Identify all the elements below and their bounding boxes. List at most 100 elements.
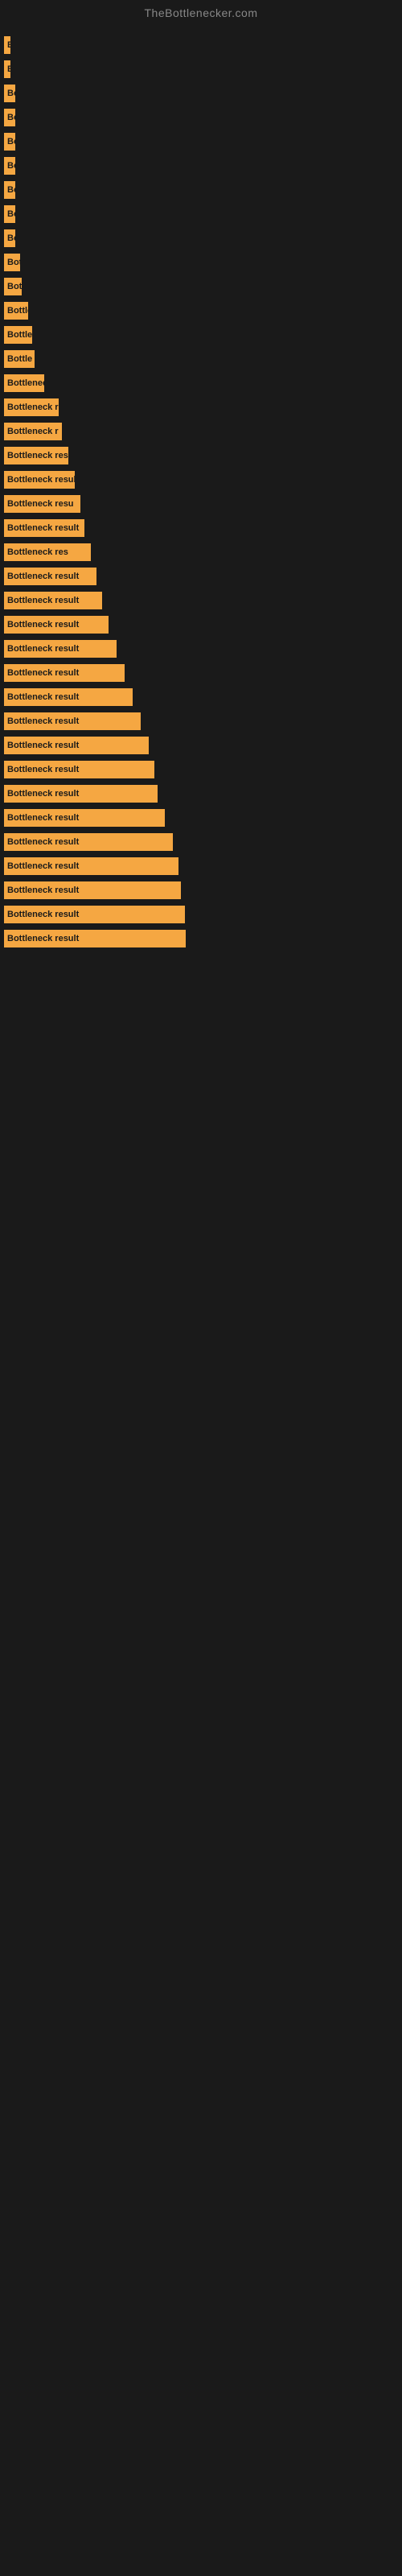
bar: Bottleneck result xyxy=(4,592,102,609)
bar: Bottleneck result xyxy=(4,616,109,634)
bar-label: Bottleneck resu xyxy=(7,451,68,460)
bar: Bottleneck result xyxy=(4,519,84,537)
bar-label: Bottle xyxy=(7,306,28,316)
bar-row: Bottleneck result xyxy=(4,855,402,877)
bar: Bo xyxy=(4,133,15,151)
bar: Bottleneck result xyxy=(4,833,173,851)
bar-row: Bottleneck resu xyxy=(4,444,402,467)
bar: Bottle xyxy=(4,326,32,344)
bar-row: Bo xyxy=(4,130,402,153)
bar-row: Bot xyxy=(4,251,402,274)
bar-label: Bo xyxy=(7,233,15,243)
bar-label: Bo xyxy=(7,137,15,147)
bar-row: Bottleneck result xyxy=(4,710,402,733)
bar: Bottleneck r xyxy=(4,423,62,440)
bar-label: Bottleneck result xyxy=(7,741,79,750)
bar-row: Bottleneck result xyxy=(4,782,402,805)
bar-label: Bottleneck result xyxy=(7,886,79,895)
bar-row: Bo xyxy=(4,155,402,177)
bar: Bottleneck result xyxy=(4,761,154,778)
bar-label: Bottleneck result xyxy=(7,572,79,581)
bar: Bo xyxy=(4,181,15,199)
bar: Bottleneck result xyxy=(4,809,165,827)
bar-row: Bottleneck result xyxy=(4,517,402,539)
bar-label: Bo xyxy=(7,185,15,195)
bar-label: Bottleneck res xyxy=(7,402,59,412)
bar-label: Bottleneck result xyxy=(7,861,79,871)
bar: Bottleneck result xyxy=(4,471,75,489)
bar-label: B xyxy=(7,64,10,74)
bar: Bo xyxy=(4,85,15,102)
bar: Bottleneck result xyxy=(4,640,117,658)
bar-row: Bottle xyxy=(4,348,402,370)
bar-label: Bott xyxy=(7,282,22,291)
bar-label: Bottle xyxy=(7,330,32,340)
bar: Bottleneck result xyxy=(4,568,96,585)
bar: Bo xyxy=(4,205,15,223)
site-title: TheBottlenecker.com xyxy=(0,0,402,26)
bar-label: Bottleneck result xyxy=(7,716,79,726)
bar-row: Bottle xyxy=(4,324,402,346)
bar: Bott xyxy=(4,278,22,295)
bar-label: Bottleneck result xyxy=(7,475,75,485)
bar-row: Bottleneck result xyxy=(4,879,402,902)
bar-row: Bottleneck result xyxy=(4,589,402,612)
bar: Bo xyxy=(4,109,15,126)
bar-label: Bottleneck r xyxy=(7,427,59,436)
bar-row: Bottle xyxy=(4,299,402,322)
bars-container: B B Bo Bo Bo Bo Bo Bo Bo Bot Bott Bottle Bottle Bottl… xyxy=(0,26,402,960)
bar-row: Bo xyxy=(4,106,402,129)
bar: Bottleneck result xyxy=(4,712,141,730)
bar-label: Bo xyxy=(7,161,15,171)
bar-label: Bottleneck result xyxy=(7,837,79,847)
bar-row: Bo xyxy=(4,227,402,250)
bar-row: Bottleneck result xyxy=(4,686,402,708)
bar-row: B xyxy=(4,58,402,80)
bar-row: Bottleneck r xyxy=(4,420,402,443)
bar-label: Bottleneck result xyxy=(7,934,79,943)
bar: Bottleneck result xyxy=(4,785,158,803)
bar-row: Bott xyxy=(4,275,402,298)
bar-row: Bottleneck res xyxy=(4,396,402,419)
bar: Bo xyxy=(4,157,15,175)
bar-row: Bottleneck result xyxy=(4,565,402,588)
bar: Bottleneck result xyxy=(4,881,181,899)
bar-row: Bottleneck result xyxy=(4,638,402,660)
bar-label: Bottleneck result xyxy=(7,813,79,823)
bar-row: Bottleneck result xyxy=(4,927,402,950)
bar-label: Bottleneck result xyxy=(7,523,79,533)
bar-label: Bo xyxy=(7,209,15,219)
bar-row: Bottleneck result xyxy=(4,613,402,636)
bar-row: Bottleneck result xyxy=(4,734,402,757)
bar-row: Bottleneck result xyxy=(4,758,402,781)
bar-row: Bo xyxy=(4,203,402,225)
bar: Bottle xyxy=(4,350,35,368)
bar-label: Bottleneck xyxy=(7,378,44,388)
bar-label: Bottleneck result xyxy=(7,596,79,605)
bar: Bottleneck res xyxy=(4,543,91,561)
bar-row: Bottleneck xyxy=(4,372,402,394)
bar: Bottleneck result xyxy=(4,857,178,875)
bar: Bottleneck result xyxy=(4,930,186,947)
bar-label: B xyxy=(7,40,10,50)
bar: B xyxy=(4,60,10,78)
bar: Bottle xyxy=(4,302,28,320)
bar-row: Bottleneck result xyxy=(4,831,402,853)
bar-row: Bottleneck res xyxy=(4,541,402,564)
bar: Bottleneck resu xyxy=(4,495,80,513)
bar-row: Bottleneck result xyxy=(4,903,402,926)
bar-label: Bottle xyxy=(7,354,32,364)
bar: Bottleneck res xyxy=(4,398,59,416)
bar-label: Bottleneck result xyxy=(7,644,79,654)
bar: Bottleneck result xyxy=(4,737,149,754)
bar-row: Bo xyxy=(4,179,402,201)
bar-label: Bottleneck result xyxy=(7,692,79,702)
bar-row: Bo xyxy=(4,82,402,105)
bar-row: Bottleneck result xyxy=(4,662,402,684)
bar-row: Bottleneck result xyxy=(4,469,402,491)
bar: Bottleneck result xyxy=(4,906,185,923)
bar: Bottleneck result xyxy=(4,688,133,706)
bar-row: B xyxy=(4,34,402,56)
bar-row: Bottleneck result xyxy=(4,807,402,829)
bar-label: Bottleneck res xyxy=(7,547,68,557)
